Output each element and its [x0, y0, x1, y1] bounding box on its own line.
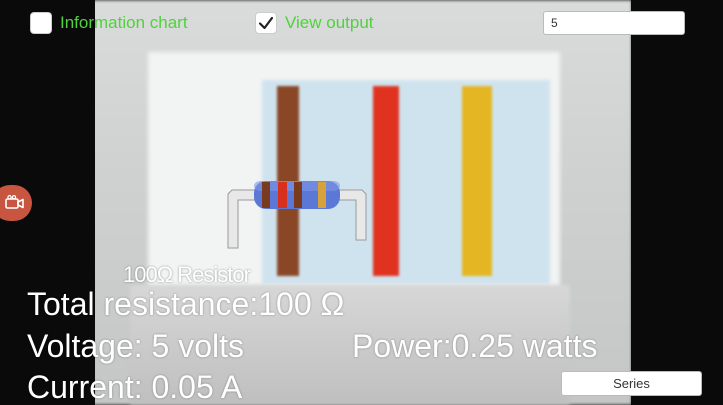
voltage-readout: Voltage: 5 volts — [27, 328, 245, 364]
information-chart-checkbox[interactable] — [30, 12, 52, 34]
voltage-input[interactable] — [543, 11, 685, 35]
resistor-band-3 — [294, 182, 302, 208]
information-chart-label[interactable]: Information chart — [60, 13, 188, 33]
color-band-red — [373, 86, 399, 276]
view-output-checkbox[interactable] — [255, 12, 277, 34]
checkmark-icon — [258, 16, 274, 30]
power-readout: Power:0.25 watts — [352, 328, 598, 364]
view-output-label[interactable]: View output — [285, 13, 374, 33]
color-band-yellow — [462, 86, 492, 276]
resistor-label: 100Ω Resistor — [123, 262, 251, 287]
camera-dark-edge-right — [631, 0, 723, 405]
video-camera-icon — [5, 195, 24, 209]
total-resistance-readout: Total resistance:100 Ω — [27, 286, 345, 322]
resistor-band-1 — [262, 182, 270, 208]
series-button[interactable]: Series — [561, 371, 702, 396]
resistor-band-4 — [318, 182, 326, 208]
resistor-band-2 — [278, 182, 287, 208]
resistor-model — [227, 181, 367, 249]
current-readout: Current: 0.05 A — [27, 369, 243, 405]
